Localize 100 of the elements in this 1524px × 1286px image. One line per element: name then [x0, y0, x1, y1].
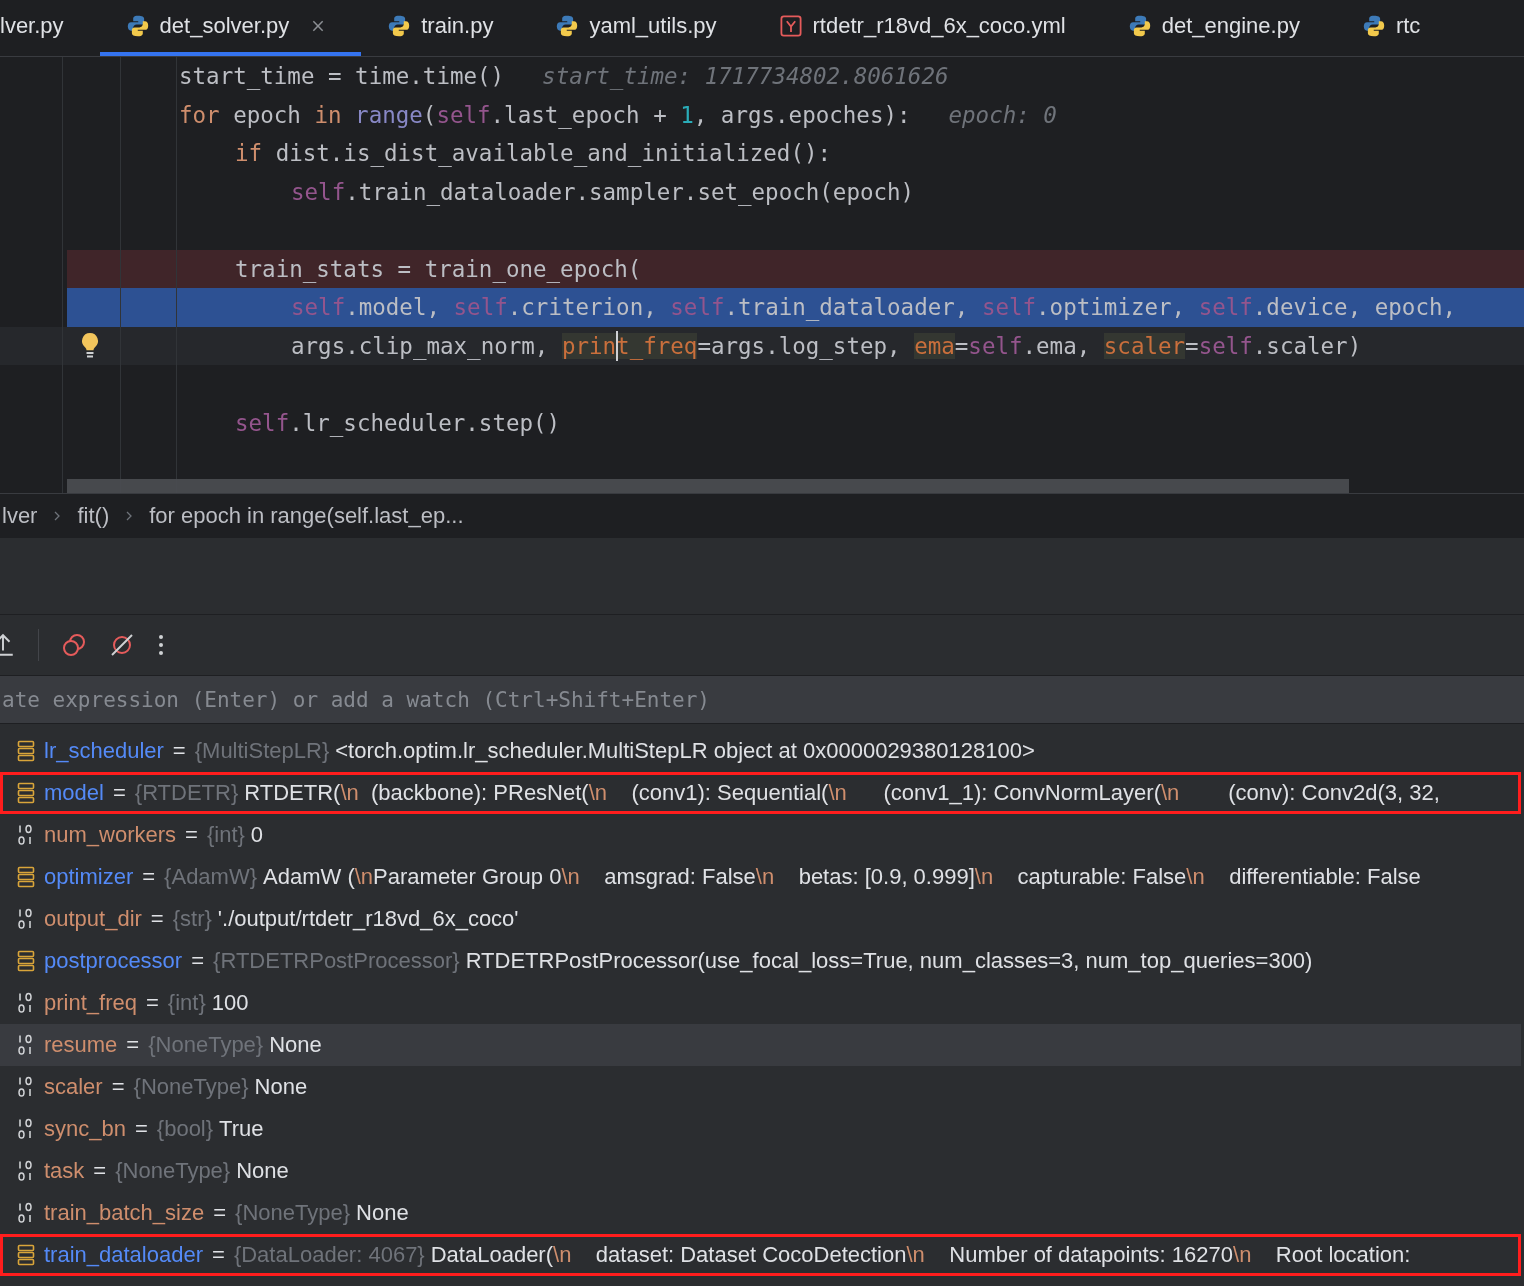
variable-type: {RTDETRPostProcessor}: [213, 948, 460, 974]
equals-sign: =: [111, 1074, 125, 1100]
variable-name: print_freq: [44, 990, 137, 1016]
code-token: self: [1198, 294, 1253, 321]
close-icon[interactable]: [311, 19, 326, 33]
breakpoints-icon[interactable]: [61, 632, 87, 658]
breadcrumb-item[interactable]: for epoch in range(self.last_ep...: [149, 503, 464, 529]
code-token: dist.is_dist_available_and_initialized():: [274, 140, 832, 167]
code-token: epoch: [232, 101, 302, 128]
file-tab[interactable]: det_engine.py: [1101, 0, 1336, 56]
expression-field[interactable]: ate expression (Enter) or add a watch (Ctrl+Shift+Enter): [0, 676, 1524, 724]
file-tab[interactable]: lver.py: [0, 0, 100, 56]
code-token: .ema,: [1022, 332, 1092, 359]
breadcrumb-item[interactable]: lver: [2, 503, 38, 529]
variable-row[interactable]: optimizer = {AdamW} AdamW (\nParameter Group 0\n amsgrad: False\n betas: [0.9, 0.999]\n capturable: False\n differentiable: False: [0, 856, 1521, 898]
code-token: self: [981, 294, 1037, 321]
highlighted-variable-row[interactable]: model = {RTDETR} RTDETR(\n (backbone): PResNet(\n (conv1): Sequential(\n (conv1_1): ConvNormLayer(\n (conv): Conv2d(3, 32,: [0, 772, 1521, 814]
object-icon: [17, 866, 35, 888]
variable-type: {int}: [206, 822, 245, 848]
code-token: .last_epoch +: [490, 101, 668, 128]
equals-sign: =: [150, 906, 164, 932]
binary-icon: [17, 908, 35, 930]
equals-sign: =: [213, 1200, 227, 1226]
variable-type: {NoneType}: [148, 1032, 264, 1058]
variable-value: RTDETR(\n (backbone): PResNet(\n (conv1): Sequential(\n (conv1_1): ConvNormLayer(\n (conv): Conv2d(3, 32,: [244, 780, 1440, 806]
variable-type: {str}: [172, 906, 212, 932]
variable-row[interactable]: train_batch_size = {NoneType} None: [0, 1192, 1521, 1234]
variable-value: None: [254, 1074, 308, 1100]
code-token: self: [453, 294, 508, 321]
file-tab[interactable]: yaml_utils.py: [529, 0, 753, 56]
python-file-icon: [1127, 14, 1152, 38]
variable-row[interactable]: sync_bn = {bool} True: [0, 1108, 1521, 1150]
code-token: .train_dataloader.sampler.set_epoch(epoch): [345, 178, 915, 205]
variable-name: model: [44, 780, 104, 806]
binary-icon: [17, 1160, 35, 1182]
equals-sign: =: [185, 822, 198, 848]
variable-value: None: [236, 1158, 289, 1184]
code-token: for: [179, 101, 220, 128]
variable-value: None: [356, 1200, 409, 1226]
variable-value: True: [219, 1116, 264, 1142]
more-icon[interactable]: [157, 632, 165, 658]
file-tab[interactable]: rtc: [1335, 0, 1457, 56]
code-token: (: [422, 101, 437, 128]
variable-name: task: [44, 1158, 85, 1184]
binary-icon: [17, 1118, 35, 1140]
mute-breakpoints-icon[interactable]: [109, 632, 135, 658]
variable-row[interactable]: task = {NoneType} None: [0, 1150, 1521, 1192]
file-tab[interactable]: train.py: [361, 0, 530, 56]
code-token: =: [954, 332, 969, 359]
code-token: range: [354, 101, 423, 128]
variable-type: {MultiStepLR}: [194, 738, 330, 764]
object-icon: [17, 740, 35, 762]
variable-name: lr_scheduler: [44, 738, 164, 764]
code-token: .optimizer,: [1036, 294, 1187, 321]
code-token: , args.epoches):: [693, 101, 911, 128]
binary-icon: [17, 1076, 35, 1098]
variable-type: {NoneType}: [115, 1158, 231, 1184]
variable-value: AdamW (\nParameter Group 0\n amsgrad: False\n betas: [0.9, 0.999]\n capturable: False\n differentiable: False: [263, 864, 1421, 890]
code-token: .train_dataloader,: [724, 294, 970, 321]
inline-value-hint: start_time: 1717734802.8061626: [542, 63, 949, 90]
variable-row[interactable]: lr_scheduler = {MultiStepLR} <torch.optim.lr_scheduler.MultiStepLR object at 0x0000029380128100>: [0, 730, 1521, 772]
code-token: if: [235, 140, 263, 167]
variable-type: {DataLoader: 4067}: [233, 1242, 425, 1268]
code-token: .scaler): [1252, 332, 1362, 359]
equals-sign: =: [145, 990, 159, 1016]
variable-value: <torch.optim.lr_scheduler.MultiStepLR object at 0x0000029380128100>: [335, 738, 1035, 764]
highlighted-variable-row[interactable]: train_dataloader = {DataLoader: 4067} DataLoader(\n dataset: Dataset CocoDetection\n Number of datapoints: 16270\n Root location:: [0, 1234, 1521, 1276]
variable-type: {NoneType}: [235, 1200, 351, 1226]
variable-row[interactable]: output_dir = {str} './output/rtdetr_r18vd_6x_coco': [0, 898, 1521, 940]
code-token: ema: [914, 332, 955, 359]
lightbulb-icon[interactable]: [80, 331, 100, 360]
code-token: =: [1185, 332, 1199, 359]
code-token: .device, epoch,: [1252, 294, 1457, 321]
binary-icon: [17, 1034, 35, 1056]
variable-row[interactable]: scaler = {NoneType} None: [0, 1066, 1521, 1108]
variable-type: {int}: [167, 990, 206, 1016]
breadcrumb-item[interactable]: fit(): [77, 503, 110, 529]
variable-row[interactable]: print_freq = {int} 100: [0, 982, 1521, 1024]
binary-icon: [17, 824, 35, 846]
equals-sign: =: [172, 738, 186, 764]
file-tab[interactable]: rtdetr_r18vd_6x_coco.yml: [752, 0, 1102, 56]
code-token: self: [670, 294, 725, 321]
variable-row[interactable]: resume = {NoneType} None: [0, 1024, 1521, 1066]
variable-row[interactable]: postprocessor = {RTDETRPostProcessor} RTDETRPostProcessor(use_focal_loss=True, num_classes=3, num_top_queries=300): [0, 940, 1521, 982]
code-token: .model,: [345, 294, 441, 321]
variable-value: 0: [250, 822, 264, 848]
equals-sign: =: [142, 864, 156, 890]
variable-row[interactable]: num_workers = {int} 0: [0, 814, 1521, 856]
horizontal-scrollbar[interactable]: [67, 479, 1349, 493]
code-token: self: [968, 332, 1023, 359]
variable-value: './output/rtdetr_r18vd_6x_coco': [217, 906, 519, 932]
binary-icon: [17, 992, 35, 1014]
equals-sign: =: [212, 1242, 225, 1268]
variable-name: optimizer: [44, 864, 134, 890]
equals-sign: =: [93, 1158, 107, 1184]
code-token: self: [291, 294, 346, 321]
variable-name: num_workers: [44, 822, 177, 848]
variable-value: DataLoader(\n dataset: Dataset CocoDetection\n Number of datapoints: 16270\n Root location:: [430, 1242, 1411, 1268]
variable-value: None: [269, 1032, 322, 1058]
code-token: self: [436, 101, 491, 128]
